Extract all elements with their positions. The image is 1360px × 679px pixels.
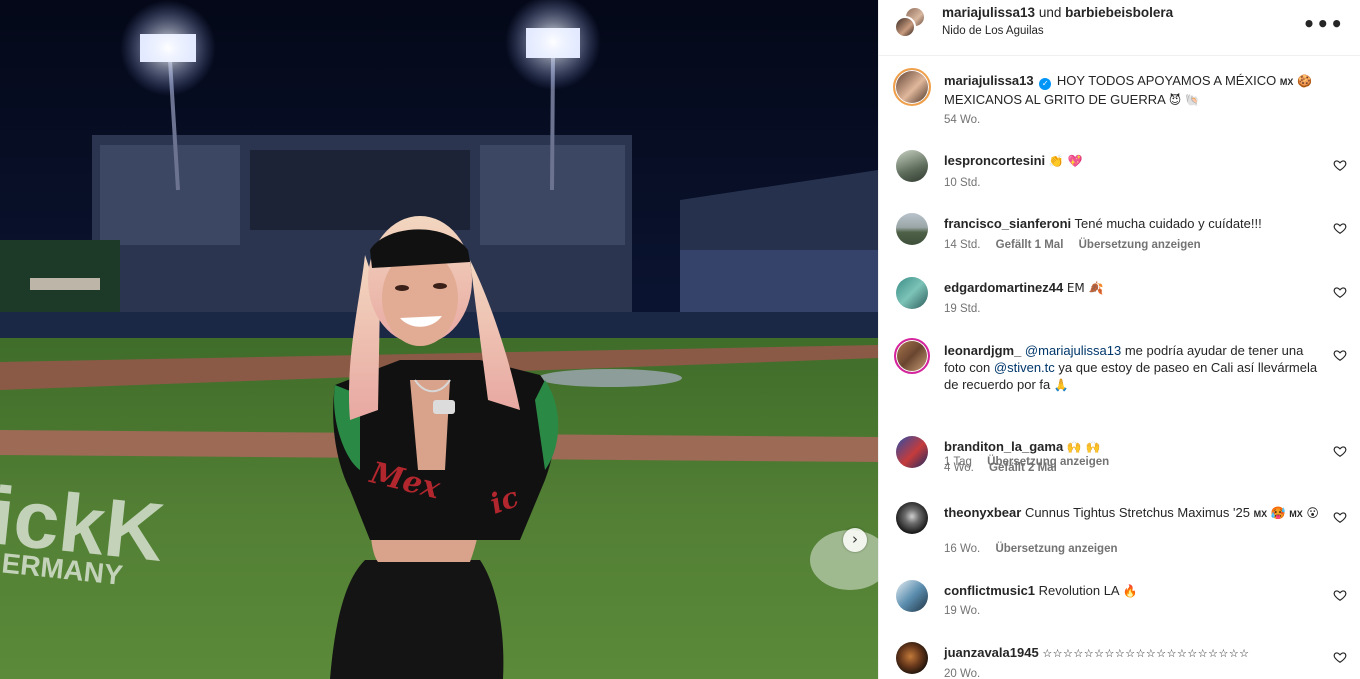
avatar[interactable]: [894, 338, 930, 374]
comment-meta: 19 Std.: [944, 303, 992, 315]
comment-username[interactable]: theonyxbear: [944, 505, 1021, 520]
comment-text: Revolution LA: [1038, 583, 1119, 598]
comment-username[interactable]: leonardjgm_: [944, 343, 1021, 358]
post-photo[interactable]: ickK ERMANY Mex ic ›: [0, 0, 878, 679]
emoji-devil-icon: 😈: [1168, 93, 1182, 107]
caption-username[interactable]: mariajulissa13: [944, 73, 1034, 88]
mexico-flag-icon: MX: [1289, 509, 1303, 519]
comment-username[interactable]: edgardomartinez44: [944, 280, 1063, 295]
heart-outline-icon[interactable]: [1333, 444, 1347, 458]
emoji-surprised-icon: 😮: [1306, 506, 1319, 520]
comment-time[interactable]: 4 Wo.: [944, 462, 974, 474]
next-image-button[interactable]: ›: [843, 528, 867, 552]
comment-meta: 20 Wo.: [944, 668, 992, 679]
mexico-flag-icon: MX: [1253, 509, 1268, 519]
heart-outline-icon[interactable]: [1333, 221, 1347, 235]
comment-meta: 19 Wo.: [944, 605, 992, 617]
comment-meta: 4 Wo. Gefällt 2 Mal: [944, 462, 1069, 474]
mention-link[interactable]: @stiven.tc: [994, 360, 1055, 375]
avatar[interactable]: [896, 277, 928, 309]
comment-username[interactable]: juanzavala1945: [944, 645, 1039, 660]
comment-username[interactable]: conflictmusic1: [944, 583, 1035, 598]
comment-text: ☆☆☆☆☆☆☆☆☆☆☆☆☆☆☆☆☆☆☆☆: [1042, 647, 1250, 660]
comment-text: 👏 💖: [1048, 154, 1083, 168]
see-translation-button[interactable]: Übersetzung anzeigen: [1079, 239, 1201, 251]
avatar[interactable]: [896, 213, 928, 245]
comment-username[interactable]: francisco_sianferoni: [944, 216, 1071, 231]
verified-badge-icon: ✓: [1039, 78, 1052, 90]
comment-time[interactable]: 14 Std.: [944, 239, 980, 251]
emoji-cookie-icon: 🍪: [1297, 74, 1312, 88]
comment-text: Cunnus Tightus Stretchus Maximus '25: [1024, 505, 1250, 520]
emoji-hot-face-icon: 🥵: [1270, 506, 1286, 520]
comment-time[interactable]: 20 Wo.: [944, 668, 980, 679]
mexico-flag-icon: MX: [1279, 77, 1294, 87]
comment-username[interactable]: lesproncortesini: [944, 153, 1045, 168]
post-authors: mariajulissa13 und barbiebeisbolera: [942, 5, 1173, 20]
heart-outline-icon[interactable]: [1333, 510, 1347, 524]
location-link[interactable]: Nido de Los Aguilas: [942, 25, 1044, 37]
comment-meta: 10 Std.: [944, 177, 992, 189]
avatar[interactable]: [896, 642, 928, 674]
avatar[interactable]: [896, 502, 928, 534]
comment-username[interactable]: branditon_la_gama: [944, 439, 1063, 454]
comment-time[interactable]: 19 Std.: [944, 303, 980, 315]
coauthor-username[interactable]: barbiebeisbolera: [1065, 5, 1173, 20]
heart-outline-icon[interactable]: [1333, 588, 1347, 602]
comment-meta: 14 Std. Gefällt 1 Mal Übersetzung anzeig…: [944, 239, 1213, 251]
post-sidebar: mariajulissa13 und barbiebeisbolera Nido…: [878, 0, 1360, 679]
mention-link[interactable]: @mariajulissa13: [1025, 343, 1121, 358]
comment-meta: 16 Wo. Übersetzung anzeigen: [944, 543, 1130, 555]
avatar[interactable]: [896, 436, 928, 468]
comments-list[interactable]: mariajulissa13 ✓ HOY TODOS APOYAMOS A MÉ…: [879, 56, 1360, 679]
emoji-shell-icon: 🐚: [1184, 93, 1200, 107]
post-header: mariajulissa13 und barbiebeisbolera Nido…: [879, 0, 1360, 56]
caption-text-line2: MEXICANOS AL GRITO DE GUERRA: [944, 92, 1166, 107]
avatar[interactable]: [896, 150, 928, 182]
heart-outline-icon[interactable]: [1333, 650, 1347, 664]
caption-text-line1: HOY TODOS APOYAMOS A MÉXICO: [1056, 73, 1277, 88]
caption-meta: 54 Wo.: [944, 114, 992, 126]
comment-likes[interactable]: Gefällt 2 Mal: [989, 462, 1057, 474]
comment-text: EM 🍂: [1066, 281, 1104, 295]
heart-outline-icon[interactable]: [1333, 348, 1347, 362]
avatar[interactable]: [894, 16, 916, 38]
see-translation-button[interactable]: Übersetzung anzeigen: [995, 543, 1117, 555]
comment-time[interactable]: 10 Std.: [944, 177, 980, 189]
comment-text: Tené mucha cuidado y cuídate!!!: [1074, 216, 1262, 231]
comment-time[interactable]: 16 Wo.: [944, 543, 980, 555]
emoji-pray-icon: 🙏: [1053, 378, 1069, 392]
heart-outline-icon[interactable]: [1333, 285, 1347, 299]
author-connector: und: [1038, 5, 1062, 20]
caption-time[interactable]: 54 Wo.: [944, 114, 980, 126]
comment-text: 🙌 🙌: [1066, 440, 1101, 454]
author-username[interactable]: mariajulissa13: [942, 5, 1035, 20]
heart-outline-icon[interactable]: [1333, 158, 1347, 172]
emoji-fire-icon: 🔥: [1122, 584, 1138, 598]
comment-time[interactable]: 19 Wo.: [944, 605, 980, 617]
avatar[interactable]: [896, 580, 928, 612]
stadium-photo: ickK ERMANY Mex ic: [0, 0, 878, 679]
avatar[interactable]: [893, 68, 931, 106]
comment-likes[interactable]: Gefällt 1 Mal: [996, 239, 1064, 251]
more-options-icon[interactable]: •••: [1303, 12, 1344, 36]
